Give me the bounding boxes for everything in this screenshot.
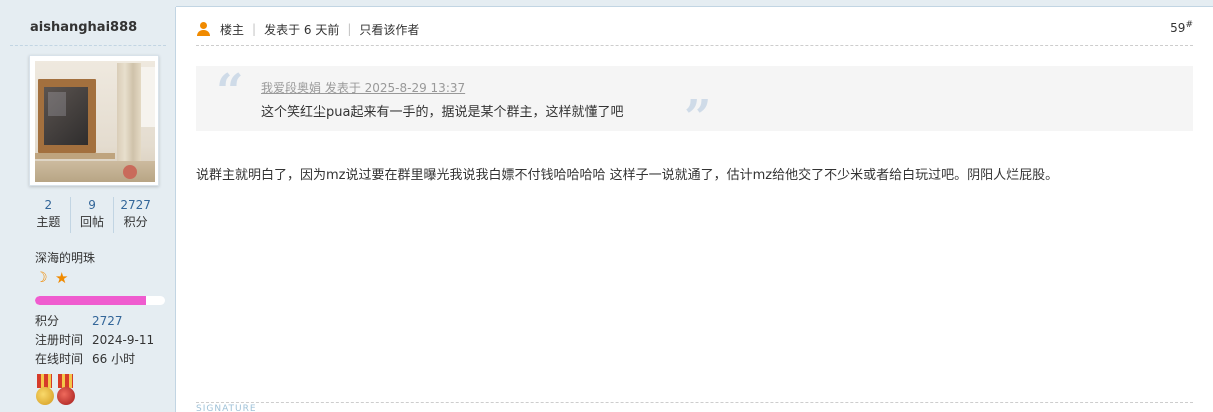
medals bbox=[35, 374, 75, 408]
user-icon bbox=[196, 22, 212, 36]
info-key-register-date: 注册时间 bbox=[35, 333, 84, 347]
stat-points-count: 2727 bbox=[120, 198, 151, 212]
header-separator: | bbox=[347, 22, 352, 36]
stat-topics-count: 2 bbox=[44, 198, 53, 212]
floor-mark: # bbox=[1185, 20, 1193, 30]
level-progress-fill bbox=[35, 296, 146, 305]
author-name-link[interactable]: aishanghai888 bbox=[30, 20, 137, 35]
stat-replies-count: 9 bbox=[88, 198, 96, 212]
info-row-online-time: 在线时间 66 小时 bbox=[35, 350, 154, 369]
avatar-image bbox=[35, 61, 155, 182]
author-info-table: 积分 2727 注册时间 2024-9-11 在线时间 66 小时 bbox=[35, 312, 154, 369]
info-value-points[interactable]: 2727 bbox=[92, 312, 123, 331]
user-group-link[interactable]: 深海的明珠 bbox=[35, 249, 95, 266]
floor-number-link[interactable]: 59# bbox=[1170, 20, 1193, 35]
sidebar-top-strip bbox=[0, 0, 176, 7]
signature-divider bbox=[196, 402, 1193, 403]
quote-close-icon: ” bbox=[684, 90, 712, 146]
medal-icon[interactable] bbox=[35, 374, 54, 408]
signature-label: SIGNATURE bbox=[196, 404, 257, 412]
rank-icons: ☽ ★ bbox=[35, 269, 69, 287]
header-divider bbox=[196, 45, 1193, 46]
quote-text: 这个笑红尘pua起来有一手的，据说是某个群主，这样就懂了吧 bbox=[261, 105, 624, 120]
header-separator: | bbox=[252, 22, 257, 36]
moon-icon: ☽ bbox=[35, 270, 48, 286]
post-header: 楼主 | 发表于 6 天前 | 只看该作者 59# bbox=[196, 20, 1193, 38]
info-row-points: 积分 2727 bbox=[35, 312, 154, 331]
post-top-strip bbox=[176, 0, 1213, 7]
stat-points-label: 积分 bbox=[123, 215, 148, 229]
author-stats: 2 主题 9 回帖 2727 积分 bbox=[27, 197, 157, 233]
stat-replies[interactable]: 9 回帖 bbox=[69, 197, 114, 233]
only-author-link[interactable]: 只看该作者 bbox=[359, 21, 419, 38]
owner-label: 楼主 bbox=[220, 22, 245, 37]
info-row-register-date: 注册时间 2024-9-11 bbox=[35, 331, 154, 350]
info-value-online-time: 66 小时 bbox=[92, 352, 136, 366]
info-key-points: 积分 bbox=[35, 314, 60, 328]
author-sidebar: aishanghai888 2 主题 9 回帖 2727 积分 深海的明珠 ☽ … bbox=[0, 0, 176, 412]
quote-block: “ 我爱段奥娟 发表于 2025-8-29 13:37 这个笑红尘pua起来有一… bbox=[196, 64, 1193, 146]
stat-topics[interactable]: 2 主题 bbox=[27, 197, 70, 233]
quote-source-link[interactable]: 我爱段奥娟 发表于 2025-8-29 13:37 bbox=[261, 79, 465, 96]
author-divider bbox=[10, 45, 166, 46]
info-key-online-time: 在线时间 bbox=[35, 352, 84, 366]
medal-icon[interactable] bbox=[56, 374, 75, 408]
stat-points[interactable]: 2727 积分 bbox=[113, 197, 157, 233]
posted-time: 发表于 6 天前 bbox=[264, 22, 340, 37]
stat-topics-label: 主题 bbox=[36, 215, 61, 229]
floor-number: 59 bbox=[1170, 21, 1186, 35]
quote-open-icon: “ bbox=[216, 64, 244, 120]
post-content: 说群主就明白了，因为mz说过要在群里曝光我说我白嫖不付钱哈哈哈哈 这样子一说就通… bbox=[196, 168, 1059, 183]
level-progress-bar bbox=[35, 296, 165, 305]
star-icon: ★ bbox=[55, 269, 69, 287]
avatar[interactable] bbox=[29, 55, 159, 186]
stat-replies-label: 回帖 bbox=[80, 215, 105, 229]
info-value-register-date: 2024-9-11 bbox=[92, 333, 155, 347]
